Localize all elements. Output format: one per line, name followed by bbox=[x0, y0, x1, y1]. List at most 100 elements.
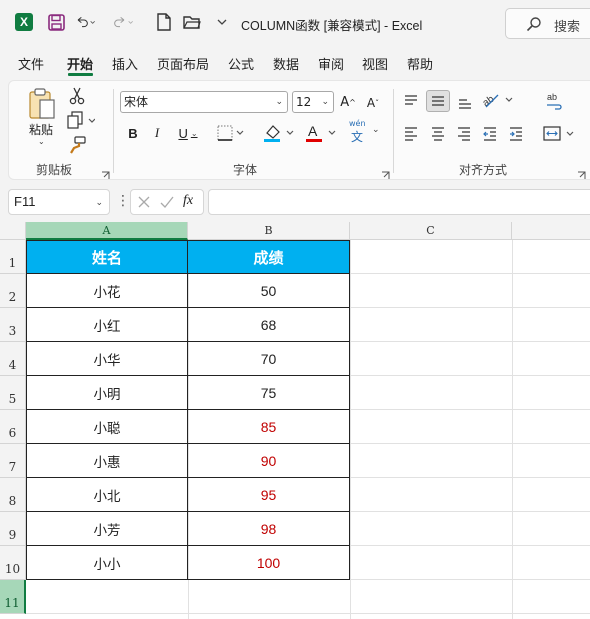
enter-check-icon[interactable] bbox=[159, 194, 175, 214]
worksheet-grid[interactable]: A B C 1 2 3 4 5 6 7 8 9 10 11 姓名 成绩 小花 50 小红 68 小华 70 小明 75… bbox=[0, 222, 590, 619]
more-options-icon[interactable]: ⋮ bbox=[116, 193, 130, 209]
window-title: COLUMN函数 [兼容模式] - Excel bbox=[241, 19, 423, 33]
name-cell[interactable]: 小明 bbox=[26, 376, 188, 410]
decrease-indent-icon[interactable] bbox=[482, 125, 498, 145]
name-cell[interactable]: 小小 bbox=[26, 546, 188, 580]
svg-text:A: A bbox=[308, 123, 318, 139]
search-placeholder: 搜索 bbox=[554, 20, 581, 35]
name-cell[interactable]: 小聪 bbox=[26, 410, 188, 444]
row-header[interactable]: 2 bbox=[0, 274, 26, 308]
tab-data[interactable]: 数据 bbox=[273, 54, 299, 73]
tab-file[interactable]: 文件 bbox=[18, 54, 44, 73]
merge-center-icon[interactable] bbox=[543, 125, 577, 147]
header-cell-score[interactable]: 成绩 bbox=[188, 240, 350, 274]
score-cell[interactable]: 98 bbox=[188, 512, 350, 546]
row-header[interactable]: 11 bbox=[0, 580, 26, 614]
font-color-icon[interactable]: A bbox=[305, 123, 339, 147]
score-cell[interactable]: 95 bbox=[188, 478, 350, 512]
underline-icon[interactable]: U ⌄ bbox=[175, 123, 201, 143]
align-left-icon[interactable] bbox=[403, 125, 419, 145]
fill-color-icon[interactable] bbox=[263, 123, 297, 147]
svg-text:ab: ab bbox=[547, 92, 557, 102]
search-icon bbox=[526, 16, 542, 36]
align-center-icon[interactable] bbox=[430, 125, 446, 145]
paste-label[interactable]: 粘贴 bbox=[29, 121, 53, 138]
font-size-combo[interactable]: 12 ⌄ bbox=[292, 91, 334, 113]
format-painter-icon[interactable] bbox=[69, 136, 87, 158]
gridline bbox=[26, 613, 590, 614]
score-cell[interactable]: 70 bbox=[188, 342, 350, 376]
borders-icon[interactable] bbox=[217, 125, 245, 145]
search-box[interactable]: 搜索 bbox=[505, 8, 590, 39]
font-launcher-icon[interactable] bbox=[381, 165, 390, 179]
tab-page-layout[interactable]: 页面布局 bbox=[157, 54, 209, 73]
font-size-value: 12 bbox=[296, 95, 312, 109]
row-header[interactable]: 5 bbox=[0, 376, 26, 410]
chevron-down-icon: ⌄ bbox=[95, 197, 103, 207]
row-header[interactable]: 10 bbox=[0, 546, 26, 580]
name-cell[interactable]: 小华 bbox=[26, 342, 188, 376]
score-cell[interactable]: 90 bbox=[188, 444, 350, 478]
paste-icon[interactable] bbox=[27, 87, 55, 121]
decrease-font-size-icon[interactable]: Aˇ bbox=[364, 93, 382, 113]
align-middle-icon[interactable] bbox=[426, 90, 450, 112]
header-cell-name[interactable]: 姓名 bbox=[26, 240, 188, 274]
column-header-d[interactable] bbox=[512, 222, 590, 240]
column-header-c[interactable]: C bbox=[350, 222, 512, 240]
save-icon[interactable] bbox=[46, 12, 66, 32]
cancel-icon[interactable] bbox=[137, 194, 151, 214]
wrap-text-icon[interactable]: ab bbox=[545, 91, 565, 115]
font-name-combo[interactable]: 宋体 ⌄ bbox=[120, 91, 288, 113]
score-cell[interactable]: 85 bbox=[188, 410, 350, 444]
select-all-corner[interactable] bbox=[0, 222, 26, 240]
name-box[interactable]: F11 ⌄ bbox=[8, 189, 110, 215]
italic-icon[interactable]: I bbox=[149, 123, 165, 143]
row-header[interactable]: 6 bbox=[0, 410, 26, 444]
align-right-icon[interactable] bbox=[456, 125, 472, 145]
alignment-launcher-icon[interactable] bbox=[577, 165, 586, 179]
clipboard-launcher-icon[interactable] bbox=[101, 165, 110, 179]
column-header-b[interactable]: B bbox=[188, 222, 350, 240]
title-bar: X COLUMN函数 [兼容模式] - Excel 搜索 bbox=[0, 0, 590, 46]
orientation-icon[interactable]: ab bbox=[481, 91, 516, 113]
phonetic-guide-icon[interactable]: wén 文 ⌄ bbox=[345, 119, 389, 145]
name-cell[interactable]: 小红 bbox=[26, 308, 188, 342]
score-cell[interactable]: 50 bbox=[188, 274, 350, 308]
row-header[interactable]: 4 bbox=[0, 342, 26, 376]
cut-icon[interactable] bbox=[69, 87, 85, 109]
increase-font-size-icon[interactable]: A ^ bbox=[339, 91, 357, 113]
new-document-icon[interactable] bbox=[154, 12, 174, 32]
svg-text:ab: ab bbox=[482, 93, 497, 109]
row-header[interactable]: 7 bbox=[0, 444, 26, 478]
align-top-icon[interactable] bbox=[403, 93, 419, 113]
name-cell[interactable]: 小惠 bbox=[26, 444, 188, 478]
name-cell[interactable]: 小芳 bbox=[26, 512, 188, 546]
row-header[interactable]: 9 bbox=[0, 512, 26, 546]
score-cell[interactable]: 68 bbox=[188, 308, 350, 342]
score-cell[interactable]: 100 bbox=[188, 546, 350, 580]
formula-input[interactable] bbox=[208, 189, 590, 215]
row-header[interactable]: 3 bbox=[0, 308, 26, 342]
tab-insert[interactable]: 插入 bbox=[112, 54, 138, 73]
insert-function-icon[interactable]: fx bbox=[183, 193, 193, 209]
score-cell[interactable]: 75 bbox=[188, 376, 350, 410]
row-header[interactable]: 1 bbox=[0, 240, 26, 274]
row-header[interactable]: 8 bbox=[0, 478, 26, 512]
increase-indent-icon[interactable] bbox=[508, 125, 524, 145]
column-header-a[interactable]: A bbox=[26, 222, 188, 240]
name-cell[interactable]: 小北 bbox=[26, 478, 188, 512]
undo-icon[interactable] bbox=[76, 12, 96, 32]
tab-view[interactable]: 视图 bbox=[362, 54, 388, 73]
customize-toolbar-icon[interactable] bbox=[212, 12, 232, 32]
align-bottom-icon[interactable] bbox=[457, 95, 473, 115]
redo-icon[interactable] bbox=[114, 12, 134, 32]
tab-home[interactable]: 开始 bbox=[67, 54, 93, 73]
copy-icon[interactable] bbox=[67, 111, 96, 133]
tab-review[interactable]: 审阅 bbox=[318, 54, 344, 73]
paste-dropdown-icon[interactable]: ⌄ bbox=[38, 137, 45, 146]
tab-formulas[interactable]: 公式 bbox=[228, 54, 254, 73]
open-folder-icon[interactable] bbox=[182, 12, 202, 32]
tab-help[interactable]: 帮助 bbox=[407, 54, 433, 73]
name-cell[interactable]: 小花 bbox=[26, 274, 188, 308]
bold-icon[interactable]: B bbox=[125, 123, 141, 143]
